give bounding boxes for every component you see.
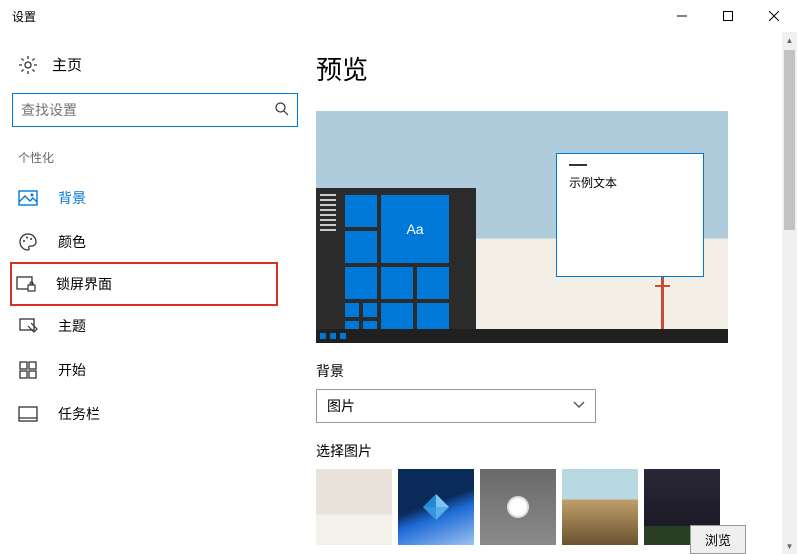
background-select[interactable]: 图片: [316, 389, 596, 423]
tower-graphic: [661, 269, 664, 329]
sidebar-item-taskbar[interactable]: 任务栏: [12, 392, 298, 436]
scrollbar-thumb[interactable]: [784, 50, 795, 230]
sidebar-item-label: 任务栏: [58, 404, 100, 424]
start-icon: [18, 360, 38, 380]
wallpaper-thumb[interactable]: [398, 469, 474, 545]
page-title: 预览: [316, 50, 728, 87]
sidebar-item-label: 主题: [58, 316, 86, 336]
sample-window: 示例文本: [556, 153, 704, 277]
desktop-preview: Aa 示例文本: [316, 111, 728, 343]
picture-thumbnails: [316, 469, 728, 545]
choose-picture-label: 选择图片: [316, 441, 728, 461]
aa-tile: Aa: [380, 194, 450, 264]
sidebar-item-themes[interactable]: 主题: [12, 304, 298, 348]
browse-button[interactable]: 浏览: [690, 525, 746, 554]
title-bar: 设置: [0, 0, 797, 32]
taskbar-icon: [18, 404, 38, 424]
select-value: 图片: [327, 396, 573, 416]
gear-icon: [18, 55, 38, 75]
search-icon: [275, 102, 289, 119]
chevron-down-icon: [573, 400, 585, 412]
background-label: 背景: [316, 361, 728, 381]
minimize-button[interactable]: [659, 0, 705, 32]
sidebar-item-label: 背景: [58, 188, 86, 208]
scroll-down-icon[interactable]: ▼: [782, 538, 797, 554]
sidebar-item-lockscreen[interactable]: 锁屏界面: [10, 262, 278, 306]
maximize-button[interactable]: [705, 0, 751, 32]
wallpaper-thumb[interactable]: [480, 469, 556, 545]
home-label: 主页: [52, 54, 82, 75]
sidebar-item-label: 开始: [58, 360, 86, 380]
sidebar-item-start[interactable]: 开始: [12, 348, 298, 392]
home-button[interactable]: 主页: [12, 46, 298, 89]
scroll-up-icon[interactable]: ▲: [782, 32, 797, 48]
sidebar-item-label: 锁屏界面: [56, 274, 112, 294]
taskbar-preview: [316, 329, 728, 343]
sample-text: 示例文本: [569, 174, 691, 191]
vertical-scrollbar[interactable]: ▲ ▼: [782, 32, 797, 554]
wallpaper-thumb[interactable]: [562, 469, 638, 545]
content-area: 预览 Aa 示例文: [310, 32, 797, 554]
sidebar-item-label: 颜色: [58, 232, 86, 252]
start-menu-preview: Aa: [316, 188, 476, 343]
search-input[interactable]: [21, 102, 275, 118]
picture-icon: [18, 188, 38, 208]
window-controls: [659, 0, 797, 32]
sidebar-item-background[interactable]: 背景: [12, 176, 298, 220]
section-label: 个性化: [12, 145, 298, 176]
sidebar-item-colors[interactable]: 颜色: [12, 220, 298, 264]
close-button[interactable]: [751, 0, 797, 32]
theme-icon: [18, 316, 38, 336]
search-box[interactable]: [12, 93, 298, 127]
wallpaper-thumb[interactable]: [316, 469, 392, 545]
window-title: 设置: [12, 8, 36, 25]
sidebar: 主页 个性化 背景 颜色 锁屏界面 主题 开始: [0, 32, 310, 554]
lockscreen-icon: [16, 274, 36, 294]
palette-icon: [18, 232, 38, 252]
